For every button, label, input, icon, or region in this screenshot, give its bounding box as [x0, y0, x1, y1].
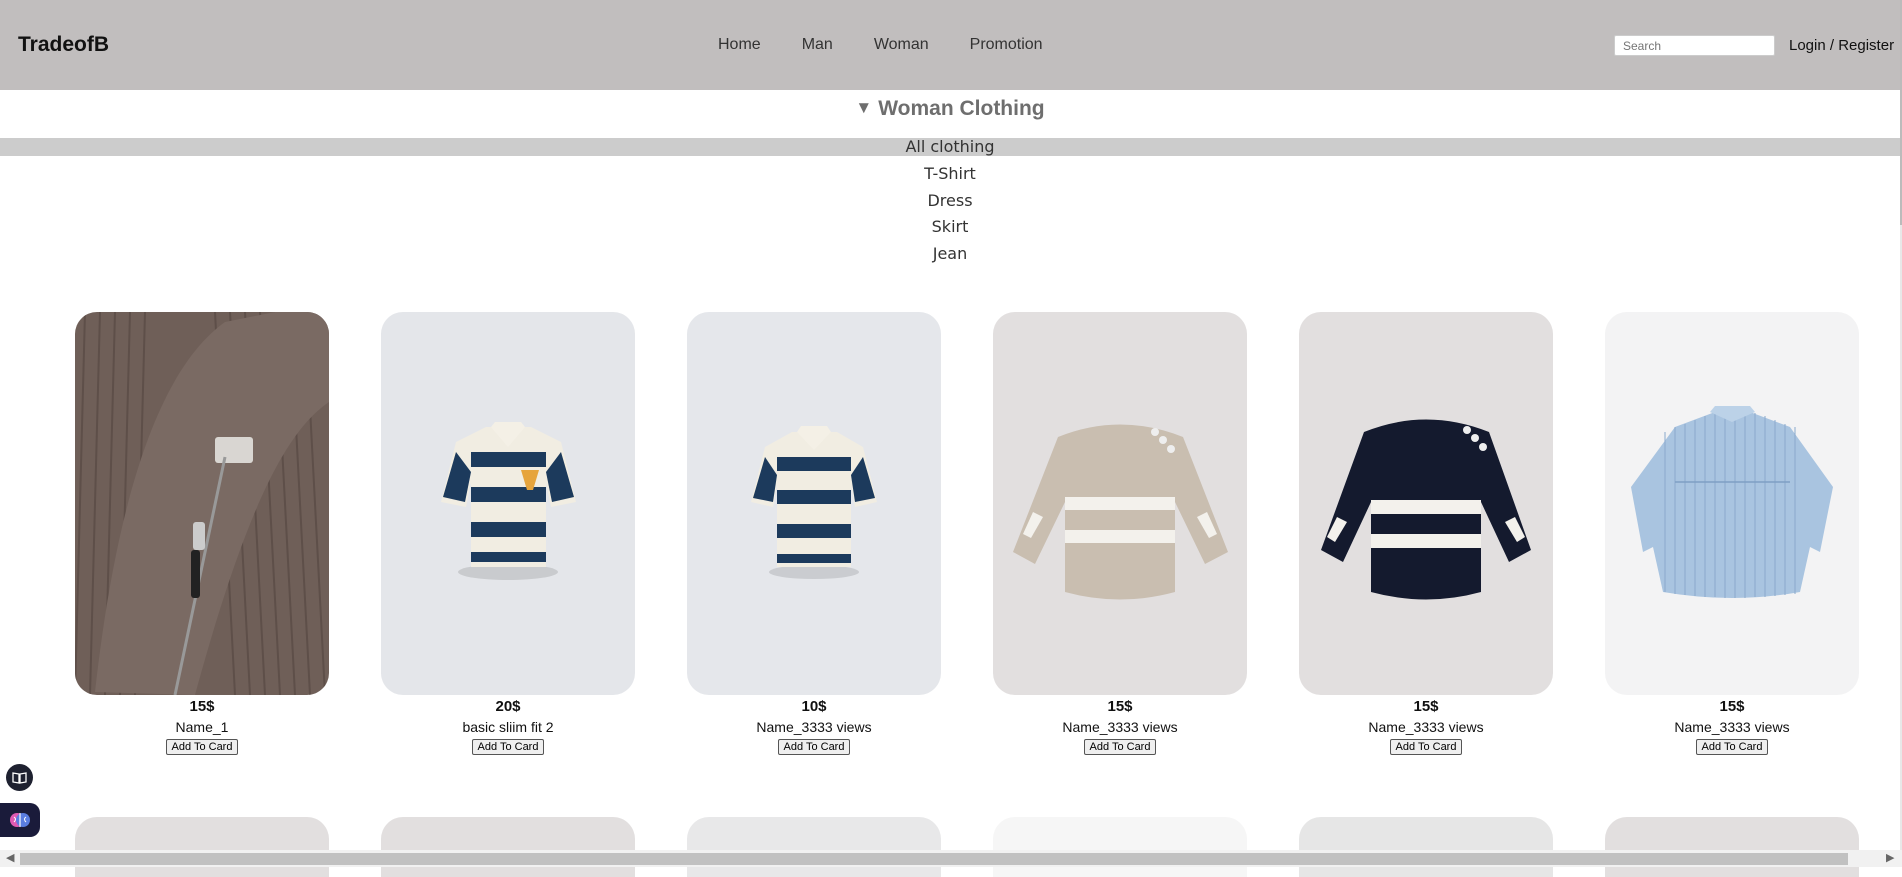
- add-to-cart-button[interactable]: Add To Card: [471, 739, 545, 755]
- product-name: Name_3333 views: [756, 719, 872, 735]
- product-card: 15$ Name_1 Add To Card: [75, 312, 329, 755]
- category-title: Woman Clothing: [878, 97, 1045, 120]
- book-icon: [12, 771, 27, 784]
- product-card-partial[interactable]: [1299, 817, 1553, 877]
- product-price: 15$: [1107, 698, 1133, 715]
- category-jean[interactable]: Jean: [0, 244, 1900, 271]
- product-card-partial[interactable]: [687, 817, 941, 877]
- product-image[interactable]: [687, 312, 941, 695]
- horizontal-scrollbar-thumb[interactable]: [20, 853, 1848, 865]
- product-image[interactable]: [993, 312, 1247, 695]
- reader-icon[interactable]: [6, 764, 33, 791]
- product-name: Name_3333 views: [1062, 719, 1178, 735]
- product-price: 15$: [1719, 698, 1745, 715]
- blue-striped-shirt-image: [1605, 312, 1859, 695]
- scroll-right-arrow-icon[interactable]: ▶: [1886, 851, 1894, 864]
- brown-zip-sweater-image: [75, 312, 329, 695]
- product-card-partial[interactable]: [1605, 817, 1859, 877]
- product-card: 15$ Name_3333 views Add To Card: [1299, 312, 1553, 755]
- add-to-cart-button[interactable]: Add To Card: [1695, 739, 1769, 755]
- product-card: 20$ basic sliim fit 2 Add To Card: [381, 312, 635, 755]
- nav-man[interactable]: Man: [802, 36, 833, 54]
- product-image[interactable]: [1605, 312, 1859, 695]
- product-card-partial[interactable]: [993, 817, 1247, 877]
- brain-icon: [10, 813, 30, 827]
- product-price: 20$: [495, 698, 521, 715]
- add-to-cart-button[interactable]: Add To Card: [1389, 739, 1463, 755]
- product-card: 10$ Name_3333 views Add To Card: [687, 312, 941, 755]
- nav-promotion[interactable]: Promotion: [970, 36, 1043, 54]
- product-image[interactable]: [381, 312, 635, 695]
- product-price: 10$: [801, 698, 827, 715]
- nav-woman[interactable]: Woman: [874, 36, 929, 54]
- navy-striped-sweater-image: [1299, 312, 1553, 695]
- product-name: Name_3333 views: [1674, 719, 1790, 735]
- category-dress[interactable]: Dress: [0, 191, 1900, 218]
- triangle-down-icon: ▼: [855, 98, 873, 117]
- product-price: 15$: [1413, 698, 1439, 715]
- product-name: basic sliim fit 2: [462, 719, 554, 735]
- beige-striped-sweater-image: [993, 312, 1247, 695]
- product-card: 15$ Name_3333 views Add To Card: [993, 312, 1247, 755]
- add-to-cart-button[interactable]: Add To Card: [1083, 739, 1157, 755]
- category-list: All clothing T-Shirt Dress Skirt Jean: [0, 138, 1900, 270]
- category-skirt[interactable]: Skirt: [0, 217, 1900, 244]
- category-tshirt[interactable]: T-Shirt: [0, 164, 1900, 191]
- product-name: Name_1: [175, 719, 229, 735]
- nav-home[interactable]: Home: [718, 36, 761, 54]
- site-logo[interactable]: TradeofB: [18, 33, 109, 57]
- search-input[interactable]: [1614, 35, 1775, 56]
- top-header: TradeofB Home Man Woman Promotion Login …: [0, 0, 1900, 90]
- category-toggle[interactable]: ▼ Woman Clothing: [0, 97, 1900, 121]
- add-to-cart-button[interactable]: Add To Card: [777, 739, 851, 755]
- product-card-partial[interactable]: [75, 817, 329, 877]
- product-card-partial[interactable]: [381, 817, 635, 877]
- add-to-cart-button[interactable]: Add To Card: [165, 739, 239, 755]
- product-image[interactable]: [1299, 312, 1553, 695]
- product-card: 15$ Name_3333 views Add To Card: [1605, 312, 1859, 755]
- striped-polo-logo-image: [381, 312, 635, 695]
- ai-assistant-button[interactable]: [0, 803, 40, 837]
- product-price: 15$: [189, 698, 215, 715]
- striped-polo-image: [687, 312, 941, 695]
- product-image[interactable]: [75, 312, 329, 695]
- main-nav: Home Man Woman Promotion: [718, 36, 1084, 54]
- scroll-left-arrow-icon[interactable]: ◀: [6, 851, 14, 864]
- login-register-link[interactable]: Login / Register: [1789, 37, 1894, 54]
- category-all-clothing[interactable]: All clothing: [0, 138, 1900, 156]
- product-name: Name_3333 views: [1368, 719, 1484, 735]
